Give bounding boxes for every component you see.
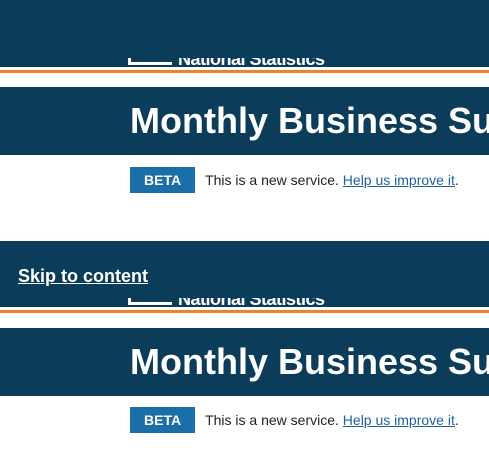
phase-message: This is a new service. Help us improve i… [205, 412, 459, 428]
feedback-link[interactable]: Help us improve it [343, 172, 455, 188]
phase-message-text: This is a new service. [205, 412, 339, 428]
logo[interactable]: National Statistics [128, 58, 350, 67]
phase-banner: BETA This is a new service. Help us impr… [130, 407, 459, 433]
phase-message-suffix: . [454, 412, 459, 428]
phase-banner: BETA This is a new service. Help us impr… [130, 167, 459, 193]
divider [0, 313, 489, 328]
skip-to-content-link[interactable]: Skip to content [18, 266, 148, 287]
title-banner: Monthly Business Survey [0, 87, 489, 155]
divider [0, 73, 489, 87]
page-title: Monthly Business Survey [130, 100, 489, 141]
phase-message-text: This is a new service. [205, 172, 339, 188]
logo-text: National Statistics [178, 58, 325, 67]
logo-icon [128, 58, 172, 65]
beta-badge: BETA [130, 407, 196, 433]
beta-badge: BETA [130, 167, 196, 193]
title-banner: Monthly Business Survey [0, 328, 489, 396]
logo-text: National Statistics [178, 298, 325, 307]
logo[interactable]: National Statistics [128, 298, 350, 307]
logo-icon [128, 298, 172, 305]
phase-message: This is a new service. Help us improve i… [205, 172, 459, 188]
phase-message-suffix: . [454, 172, 459, 188]
page-title: Monthly Business Survey [130, 341, 489, 382]
header-band-bottom: Skip to content National Statistics [0, 241, 489, 307]
header-band-top: National Statistics [0, 0, 489, 67]
feedback-link[interactable]: Help us improve it [343, 412, 455, 428]
